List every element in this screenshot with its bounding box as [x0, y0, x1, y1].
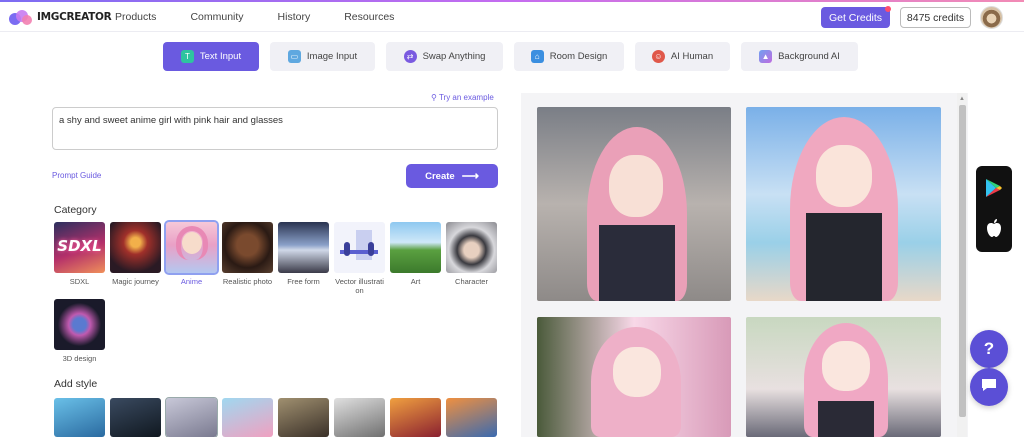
tab-label: Swap Anything: [422, 51, 486, 62]
style-thumb[interactable]: [278, 398, 329, 437]
category-label: Vector illustration: [335, 277, 384, 295]
tab-room-design[interactable]: ⌂ Room Design: [514, 42, 624, 71]
lightbulb-icon: ⚲: [431, 93, 437, 102]
result-gallery: [521, 93, 968, 437]
category-thumb: [390, 222, 441, 273]
header: IMGCREATOR Products Community History Re…: [0, 2, 1024, 32]
try-example-label: Try an example: [438, 93, 494, 102]
create-label: Create: [425, 170, 455, 182]
category-magic-journey[interactable]: Magic journey: [110, 222, 161, 286]
category-label: SDXL: [69, 277, 90, 286]
generated-image[interactable]: [746, 317, 941, 437]
category-thumb: [54, 299, 105, 350]
swap-icon: ⇄: [403, 50, 417, 63]
style-thumb[interactable]: [54, 398, 105, 437]
style-thumb[interactable]: [222, 398, 273, 437]
tab-label: Room Design: [549, 51, 608, 62]
nav-history[interactable]: History: [278, 11, 311, 23]
create-button[interactable]: Create ⟶: [406, 164, 498, 188]
category-thumb: [110, 222, 161, 273]
generated-image[interactable]: [746, 107, 941, 301]
style-thumb[interactable]: [446, 398, 497, 437]
background-icon: ▲: [759, 50, 773, 63]
room-icon: ⌂: [530, 50, 544, 63]
category-thumb: [334, 222, 385, 273]
tab-text-input[interactable]: T Text Input: [163, 42, 259, 71]
add-style-title: Add style: [54, 378, 98, 390]
generated-image[interactable]: [537, 107, 731, 301]
prompt-input[interactable]: [52, 107, 498, 150]
arrow-right-icon: ⟶: [461, 169, 479, 183]
tab-background-ai[interactable]: ▲ Background AI: [741, 42, 858, 71]
chat-button[interactable]: [970, 368, 1008, 406]
category-thumb: SDXL: [54, 222, 105, 273]
google-play-icon[interactable]: [985, 178, 1003, 203]
category-vector-illustration[interactable]: Vector illustration: [334, 222, 385, 295]
category-label: Free form: [287, 277, 320, 286]
tab-label: Background AI: [778, 51, 840, 62]
category-label: Magic journey: [112, 277, 159, 286]
scroll-up-icon[interactable]: ▲: [959, 96, 965, 102]
get-credits-button[interactable]: Get Credits: [821, 6, 891, 28]
scrollbar-thumb[interactable]: [959, 105, 966, 417]
category-sdxl[interactable]: SDXL SDXL: [54, 222, 105, 286]
category-3d-design[interactable]: 3D design: [54, 299, 105, 363]
apple-icon[interactable]: [985, 218, 1003, 243]
tab-label: Text Input: [199, 51, 242, 62]
image-icon: ▭: [287, 50, 301, 63]
gallery-scrollbar[interactable]: ▲: [957, 93, 967, 437]
main-nav: Products Community History Resources: [115, 11, 428, 23]
app-download-panel: [976, 166, 1012, 252]
category-label: 3D design: [62, 354, 97, 363]
category-thumb: [446, 222, 497, 273]
category-label: Realistic photo: [222, 277, 273, 286]
help-label: ?: [983, 339, 995, 358]
tab-image-input[interactable]: ▭ Image Input: [270, 42, 375, 71]
style-thumb[interactable]: [110, 398, 161, 437]
category-character[interactable]: Character: [446, 222, 497, 286]
tab-label: AI Human: [670, 51, 714, 62]
category-title: Category: [54, 204, 97, 216]
category-label: Anime: [180, 277, 203, 286]
category-realistic-photo[interactable]: Realistic photo: [222, 222, 273, 286]
get-credits-label: Get Credits: [828, 11, 883, 24]
tab-ai-human[interactable]: ☺ AI Human: [635, 42, 730, 71]
nav-resources[interactable]: Resources: [344, 11, 394, 23]
human-icon: ☺: [651, 50, 665, 63]
nav-community[interactable]: Community: [190, 11, 243, 23]
category-thumb: [222, 222, 273, 273]
generated-image[interactable]: [537, 317, 731, 437]
category-label: Art: [410, 277, 421, 286]
style-thumb[interactable]: [165, 397, 218, 437]
style-thumb[interactable]: [334, 398, 385, 437]
try-example-link[interactable]: ⚲ Try an example: [431, 93, 494, 102]
text-icon: T: [180, 50, 194, 63]
category-free-form[interactable]: Free form: [278, 222, 329, 286]
nav-products[interactable]: Products: [115, 11, 156, 23]
brand-name: IMGCREATOR: [37, 10, 112, 23]
category-thumb: [278, 222, 329, 273]
logo[interactable]: IMGCREATOR: [8, 8, 112, 26]
category-label: Character: [455, 277, 488, 286]
logo-icon: [8, 8, 34, 26]
category-art[interactable]: Art: [390, 222, 441, 286]
style-thumb[interactable]: [390, 398, 441, 437]
chat-icon: [980, 377, 998, 398]
category-thumb: [164, 220, 219, 275]
category-anime[interactable]: Anime: [164, 220, 219, 286]
prompt-guide-link[interactable]: Prompt Guide: [52, 171, 101, 180]
credits-counter: 8475 credits: [900, 7, 971, 28]
help-button[interactable]: ?: [970, 330, 1008, 368]
tab-swap-anything[interactable]: ⇄ Swap Anything: [386, 42, 503, 71]
avatar[interactable]: [980, 6, 1003, 29]
mode-tabs: T Text Input ▭ Image Input ⇄ Swap Anythi…: [0, 42, 1024, 72]
tab-label: Image Input: [306, 51, 358, 62]
notification-dot: [885, 6, 891, 12]
